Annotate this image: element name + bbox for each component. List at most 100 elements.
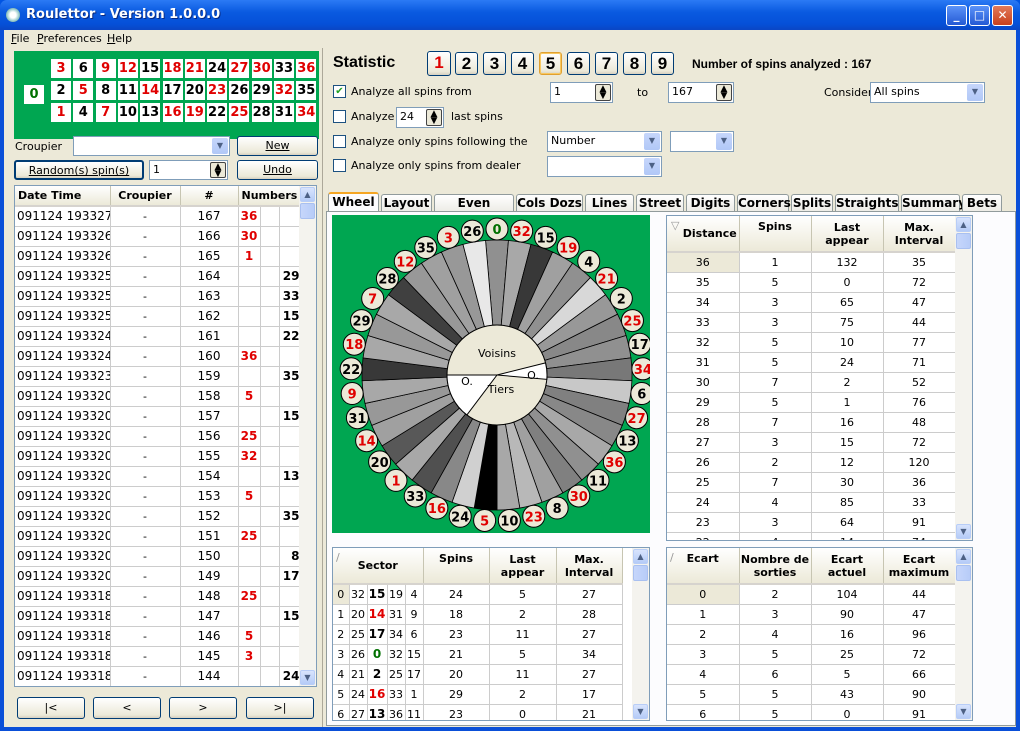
statistic-button-5[interactable]: 5 (539, 52, 562, 75)
history-row[interactable]: 091124 193320-157 15 (15, 406, 302, 427)
col-header-croupier[interactable]: Croupier (110, 186, 181, 207)
history-row[interactable]: 091124 193320-153 5 (15, 486, 302, 507)
scroll-down-icon[interactable]: ▼ (956, 704, 971, 719)
distance-row[interactable]: 31 5 24 71 (667, 352, 956, 373)
distance-row[interactable]: 35 5 0 72 (667, 272, 956, 293)
statistic-button-4[interactable]: 4 (511, 52, 534, 75)
scroll-down-icon[interactable]: ▼ (633, 704, 648, 719)
col-header-spins[interactable]: Spins (423, 548, 490, 585)
layout-cell-30[interactable]: 30 (251, 59, 272, 78)
history-row[interactable]: 091124 193318-144 24 (15, 666, 302, 686)
statistic-button-7[interactable]: 7 (595, 52, 618, 75)
col-header-max-interval[interactable]: Max. Interval (556, 548, 623, 585)
sector-row[interactable]: 5 24 16 33 1 29 2 17 (333, 684, 623, 705)
minimize-button[interactable]: _ (946, 5, 967, 26)
layout-cell-17[interactable]: 17 (162, 81, 183, 100)
splitter[interactable] (322, 48, 323, 727)
distance-row[interactable]: 33 3 75 44 (667, 312, 956, 333)
history-row[interactable]: 091124 193323-159 35 (15, 366, 302, 387)
layout-cell-21[interactable]: 21 (184, 59, 205, 78)
sector-row[interactable]: 0 32 15 19 4 24 5 27 (333, 584, 623, 605)
layout-cell-33[interactable]: 33 (274, 59, 294, 78)
sector-row[interactable]: 2 25 17 34 6 23 11 27 (333, 624, 623, 645)
layout-cell-35[interactable]: 35 (296, 81, 317, 100)
statistic-button-9[interactable]: 9 (651, 52, 674, 75)
col-header-datetime[interactable]: Date Time (15, 186, 111, 207)
history-row[interactable]: 091124 193318-147 15 (15, 606, 302, 627)
history-row[interactable]: 091124 193318-148 25 (15, 586, 302, 607)
history-row[interactable]: 091124 193324-160 36 (15, 346, 302, 367)
history-row[interactable]: 091124 193320-154 13 (15, 466, 302, 487)
distance-row[interactable]: 25 7 30 36 (667, 472, 956, 493)
history-row[interactable]: 091124 193320-155 32 (15, 446, 302, 467)
col-header-numbers[interactable]: Numbers (238, 186, 302, 207)
layout-cell-32[interactable]: 32 (274, 81, 294, 100)
layout-cell-31[interactable]: 31 (274, 103, 294, 122)
statistic-button-8[interactable]: 8 (623, 52, 646, 75)
distance-row[interactable]: 27 3 15 72 (667, 432, 956, 453)
distance-row[interactable]: 26 2 12 120 (667, 452, 956, 473)
distance-row[interactable]: 30 7 2 52 (667, 372, 956, 393)
layout-cell-12[interactable]: 12 (117, 59, 138, 78)
dealer-select[interactable]: ▼ (547, 156, 662, 177)
tab-summary[interactable]: Summary (901, 194, 966, 212)
statistic-button-6[interactable]: 6 (567, 52, 590, 75)
layout-cell-34[interactable]: 34 (296, 103, 317, 122)
distance-scrollbar[interactable]: ▲ ▼ (955, 216, 972, 540)
statistic-button-2[interactable]: 2 (455, 52, 478, 75)
scroll-up-icon[interactable]: ▲ (956, 549, 971, 564)
col-header-spins[interactable]: Spins (739, 216, 812, 253)
history-row[interactable]: 091124 193326-166 30 (15, 226, 302, 247)
distance-row[interactable]: 36 1 132 35 (667, 252, 956, 273)
tab-even-money[interactable]: Even Money (434, 194, 514, 227)
layout-cell-24[interactable]: 24 (207, 59, 228, 78)
random-count-spinner[interactable]: 1 ▲ ▼ (149, 160, 228, 180)
layout-cell-15[interactable]: 15 (140, 59, 161, 78)
layout-cell-11[interactable]: 11 (117, 81, 138, 100)
first-button[interactable]: |< (17, 697, 85, 719)
spinner-arrows-icon[interactable]: ▲ ▼ (210, 162, 226, 179)
col-header-sector[interactable]: / Sector (333, 548, 424, 585)
tab-straights[interactable]: Straights (835, 194, 899, 212)
scroll-up-icon[interactable]: ▲ (633, 549, 648, 564)
layout-cell-6[interactable]: 6 (73, 59, 94, 78)
spinner-arrows-icon[interactable]: ▲ ▼ (595, 84, 611, 101)
scroll-thumb[interactable] (956, 565, 971, 581)
history-row[interactable]: 091124 193325-164 29 (15, 266, 302, 287)
analyze-following-checkbox[interactable] (333, 135, 346, 148)
tab-lines[interactable]: Lines (585, 194, 634, 212)
layout-cell-7[interactable]: 7 (95, 103, 116, 122)
layout-cell-5[interactable]: 5 (73, 81, 94, 100)
scroll-down-icon[interactable]: ▼ (956, 524, 971, 539)
history-scrollbar[interactable]: ▲ ▼ (299, 186, 316, 686)
analyze-last-checkbox[interactable] (333, 110, 346, 123)
tab-wheel[interactable]: Wheel (328, 192, 379, 213)
col-header-last-appear[interactable]: Last appear (489, 548, 557, 585)
scroll-up-icon[interactable]: ▲ (300, 187, 315, 202)
distance-row[interactable]: 24 4 85 33 (667, 492, 956, 513)
col-header-ecart[interactable]: / Ecart (667, 548, 740, 585)
tab-street[interactable]: Street (636, 194, 684, 212)
history-row[interactable]: 091124 193320-152 35 (15, 506, 302, 527)
layout-cell-28[interactable]: 28 (251, 103, 272, 122)
croupier-select[interactable]: ▼ (73, 136, 230, 156)
history-row[interactable]: 091124 193325-162 15 (15, 306, 302, 327)
col-header-number[interactable]: # (180, 186, 239, 207)
layout-cell-22[interactable]: 22 (207, 103, 228, 122)
following-value-select[interactable]: ▼ (670, 131, 734, 152)
history-row[interactable]: 091124 193320-156 25 (15, 426, 302, 447)
analyze-dealer-checkbox[interactable] (333, 159, 346, 172)
spinner-arrows-icon[interactable]: ▲ ▼ (426, 109, 442, 126)
history-row[interactable]: 091124 193320-149 17 (15, 566, 302, 587)
scroll-thumb[interactable] (633, 565, 648, 581)
ecart-row[interactable]: 5 5 43 90 (667, 684, 956, 705)
consider-select[interactable]: All spins ▼ (870, 82, 985, 103)
ecart-row[interactable]: 6 5 0 91 (667, 704, 956, 720)
from-spinner[interactable]: 1 ▲ ▼ (550, 82, 613, 103)
layout-cell-20[interactable]: 20 (184, 81, 205, 100)
distance-row[interactable]: 29 5 1 76 (667, 392, 956, 413)
next-button[interactable]: > (169, 697, 237, 719)
col-header-ecart-maximum[interactable]: Ecart maximum (883, 548, 956, 585)
tab-corners[interactable]: Corners (737, 194, 791, 212)
distance-row[interactable]: 34 3 65 47 (667, 292, 956, 313)
